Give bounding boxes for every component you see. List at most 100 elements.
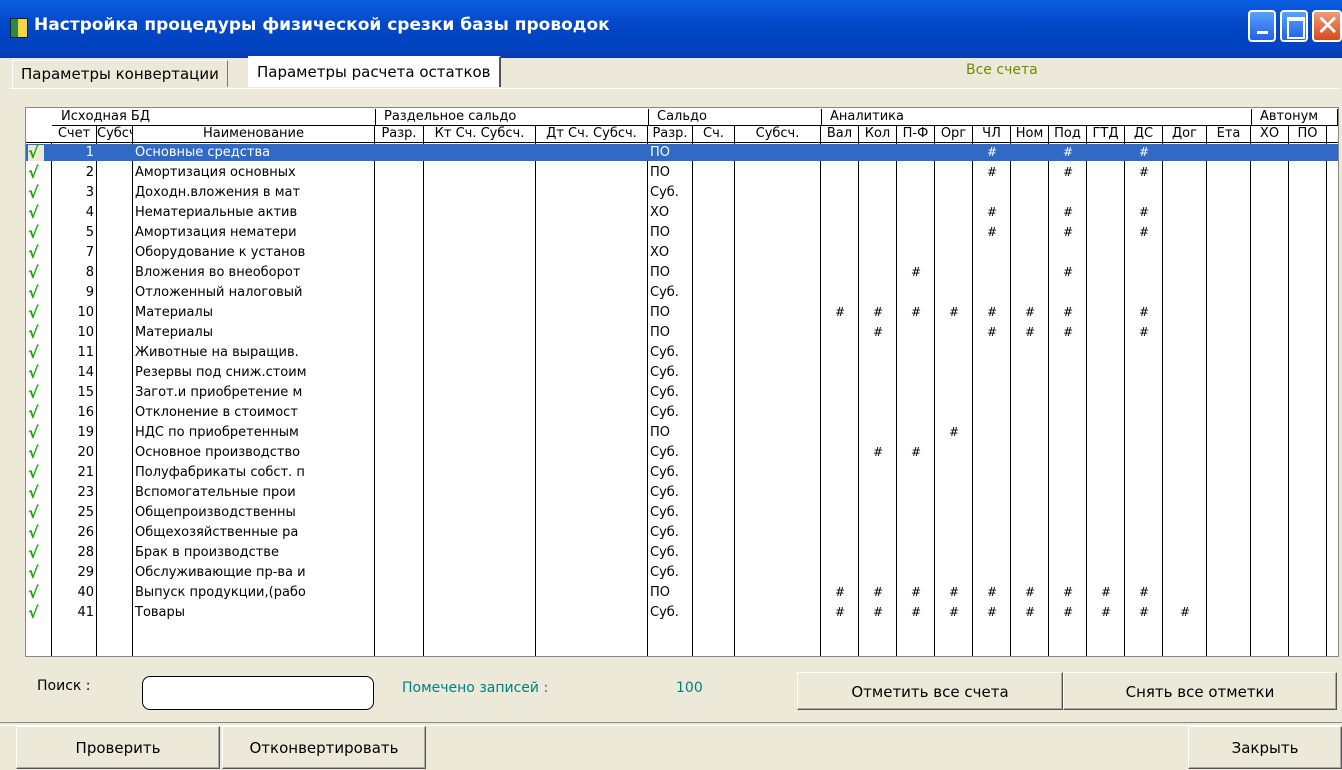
search-input[interactable] — [142, 676, 374, 710]
close-window-button[interactable]: ✕ — [1312, 10, 1342, 42]
column-header[interactable]: Счет — [52, 126, 97, 142]
check-mark-icon[interactable]: √ — [28, 465, 44, 481]
check-mark-icon[interactable]: √ — [28, 385, 44, 401]
table-row[interactable]: √ 10 Материалы ПО # # # # # # # # — [26, 304, 1338, 321]
column-header[interactable]: Кол — [859, 126, 897, 142]
check-mark-icon[interactable]: √ — [28, 505, 44, 521]
table-row[interactable]: √ 20 Основное производство Суб. # # — [26, 444, 1338, 461]
maximize-button[interactable] — [1280, 10, 1308, 42]
check-mark-icon[interactable]: √ — [28, 245, 44, 261]
check-mark-icon[interactable]: √ — [28, 145, 44, 161]
check-mark-icon[interactable]: √ — [28, 485, 44, 501]
mark-all-accounts-button[interactable]: Отметить все счета — [797, 672, 1063, 710]
check-mark-icon[interactable]: √ — [28, 545, 44, 561]
check-mark-icon[interactable]: √ — [28, 565, 44, 581]
saldo-type: Суб. — [650, 405, 679, 420]
account-name: Основные средства — [135, 145, 271, 160]
table-row[interactable]: √ 40 Выпуск продукции,(рабо ПО # # # # # # # # # — [26, 584, 1338, 601]
table-row[interactable]: √ 9 Отложенный налоговый Суб. — [26, 284, 1338, 301]
column-header[interactable]: П-Ф — [897, 126, 935, 142]
check-mark-icon[interactable]: √ — [28, 265, 44, 281]
account-name: Обслуживающие пр-ва и — [135, 565, 306, 580]
column-header[interactable]: Субсч — [97, 126, 133, 142]
column-header[interactable]: Разр. — [375, 126, 424, 142]
minimize-button[interactable] — [1248, 10, 1276, 42]
table-row[interactable]: √ 14 Резервы под сниж.стоим Суб. — [26, 364, 1338, 381]
table-row[interactable]: √ 2 Амортизация основных ПО # # # — [26, 164, 1338, 181]
column-header[interactable]: ЧЛ — [973, 126, 1011, 142]
check-mark-icon[interactable]: √ — [28, 305, 44, 321]
check-mark-icon[interactable]: √ — [28, 185, 44, 201]
analytics-mark: # — [986, 325, 998, 339]
check-mark-icon[interactable]: √ — [28, 345, 44, 361]
table-row[interactable]: √ 25 Общепроизводственны Суб. — [26, 504, 1338, 521]
column-header[interactable]: Дог — [1163, 126, 1207, 142]
table-row[interactable]: √ 21 Полуфабрикаты собст. п Суб. — [26, 464, 1338, 481]
table-row[interactable]: √ 8 Вложения во внеоборот ПО # # — [26, 264, 1338, 281]
table-row[interactable]: √ 1 Основные средства ПО # # # — [26, 144, 1338, 161]
column-header[interactable]: ГТД — [1087, 126, 1125, 142]
check-mark-icon[interactable]: √ — [28, 525, 44, 541]
account-number: 1 — [85, 145, 94, 160]
table-row[interactable]: √ 10 Материалы ПО # # # # # — [26, 324, 1338, 341]
column-header[interactable]: Дт Сч. Субсч. — [536, 126, 648, 142]
table-row[interactable]: √ 4 Нематериальные актив ХО # # # — [26, 204, 1338, 221]
check-mark-icon[interactable]: √ — [28, 425, 44, 441]
check-mark-icon[interactable]: √ — [28, 365, 44, 381]
column-header[interactable]: ПО — [1289, 126, 1327, 142]
check-mark-icon[interactable]: √ — [28, 225, 44, 241]
saldo-type: ХО — [650, 205, 670, 220]
table-row[interactable]: √ 7 Оборудование к установ ХО — [26, 244, 1338, 261]
account-name: Общехозяйственные ра — [135, 525, 299, 540]
check-mark-icon[interactable]: √ — [28, 585, 44, 601]
check-mark-icon[interactable]: √ — [28, 605, 44, 621]
column-header[interactable]: ДС — [1125, 126, 1163, 142]
account-number: 20 — [77, 445, 94, 460]
column-header[interactable]: Вал — [821, 126, 859, 142]
account-name: Вспомогательные прои — [135, 485, 296, 500]
tab-conversion-params[interactable]: Параметры конвертации — [12, 60, 228, 87]
check-mark-icon[interactable]: √ — [28, 285, 44, 301]
table-row[interactable]: √ 26 Общехозяйственные ра Суб. — [26, 524, 1338, 541]
column-header[interactable]: Под — [1049, 126, 1087, 142]
check-button[interactable]: Проверить — [16, 726, 220, 769]
convert-button[interactable]: Отконвертировать — [222, 726, 426, 769]
table-row[interactable]: √ 16 Отклонение в стоимост Суб. — [26, 404, 1338, 421]
analytics-mark: # — [872, 305, 884, 319]
analytics-mark: # — [1024, 585, 1036, 599]
table-row[interactable]: √ 41 Товары Суб. # # # # # # # # # # — [26, 604, 1338, 621]
table-row[interactable]: √ 23 Вспомогательные прои Суб. — [26, 484, 1338, 501]
column-header[interactable]: Субсч. — [735, 126, 821, 142]
column-header[interactable]: Орг — [935, 126, 973, 142]
table-row[interactable]: √ 3 Доходн.вложения в мат Суб. — [26, 184, 1338, 201]
accounts-grid[interactable]: Исходная БД Раздельное сальдо Сальдо Аналит… — [25, 107, 1339, 657]
column-header[interactable]: ХО — [1251, 126, 1289, 142]
close-icon: ✕ — [1316, 9, 1340, 42]
column-header[interactable]: Сч. — [693, 126, 735, 142]
analytics-mark: # — [910, 265, 922, 279]
table-row[interactable]: √ 5 Амортизация нематери ПО # # # — [26, 224, 1338, 241]
check-mark-icon[interactable]: √ — [28, 445, 44, 461]
check-mark-icon[interactable]: √ — [28, 205, 44, 221]
table-row[interactable]: √ 11 Животные на выращив. Суб. — [26, 344, 1338, 361]
table-row[interactable]: √ 28 Брак в производстве Суб. — [26, 544, 1338, 561]
column-header[interactable]: Наименование — [133, 126, 375, 142]
account-name: Материалы — [135, 305, 213, 320]
column-header[interactable]: Кт Сч. Субсч. — [424, 126, 536, 142]
check-mark-icon[interactable]: √ — [28, 165, 44, 181]
table-row[interactable]: √ 19 НДС по приобретенным ПО # — [26, 424, 1338, 441]
table-row[interactable]: √ 29 Обслуживающие пр-ва и Суб. — [26, 564, 1338, 581]
unmark-all-button[interactable]: Снять все отметки — [1063, 672, 1337, 710]
check-mark-icon[interactable]: √ — [28, 325, 44, 341]
column-header[interactable]: Ном — [1011, 126, 1049, 142]
account-name: Животные на выращив. — [135, 345, 299, 360]
close-button[interactable]: Закрыть — [1188, 726, 1342, 769]
saldo-type: Суб. — [650, 365, 679, 380]
table-row[interactable]: √ 15 Загот.и приобретение м Суб. — [26, 384, 1338, 401]
check-mark-icon[interactable]: √ — [28, 405, 44, 421]
account-number: 28 — [77, 545, 94, 560]
tab-balance-params[interactable]: Параметры расчета остатков — [248, 56, 501, 87]
analytics-mark: # — [948, 605, 960, 619]
column-header[interactable]: Разр. — [648, 126, 693, 142]
column-header[interactable]: Ета — [1207, 126, 1251, 142]
